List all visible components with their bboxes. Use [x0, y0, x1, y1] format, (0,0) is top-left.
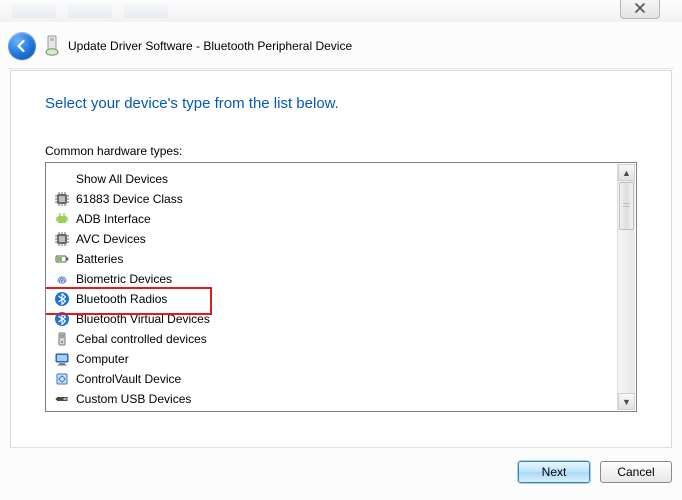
wizard-footer: Next Cancel — [10, 447, 672, 490]
device-row-icon — [54, 191, 70, 207]
device-row-label: Batteries — [76, 252, 123, 266]
device-row[interactable]: Biometric Devices — [54, 269, 618, 289]
device-row-label: Show All Devices — [76, 172, 168, 186]
close-icon — [634, 3, 646, 13]
device-row-label: 61883 Device Class — [76, 192, 183, 206]
device-row-icon — [54, 271, 70, 287]
device-row-icon — [54, 391, 70, 407]
device-row-label: Bluetooth Virtual Devices — [76, 312, 210, 326]
device-row-label: Computer — [76, 352, 129, 366]
device-list-label: Common hardware types: — [45, 144, 637, 158]
background-window-strip — [0, 0, 682, 22]
device-row[interactable]: Custom USB Devices — [54, 389, 618, 409]
device-row-label: ControlVault Device — [76, 372, 181, 386]
device-row[interactable]: Bluetooth Virtual Devices — [54, 309, 618, 329]
device-row-label: AVC Devices — [76, 232, 146, 246]
android-icon — [54, 211, 70, 227]
device-tower-icon — [54, 331, 70, 347]
blank-icon — [54, 171, 70, 187]
bluetooth-icon — [54, 311, 70, 327]
device-list-scrollbar[interactable]: ▲ ▼ — [617, 164, 635, 410]
computer-icon — [54, 351, 70, 367]
back-button[interactable] — [8, 32, 36, 60]
device-row[interactable]: ADB Interface — [54, 209, 618, 229]
wizard-header: Update Driver Software - Bluetooth Perip… — [8, 30, 674, 69]
device-row-icon — [54, 171, 70, 187]
device-row[interactable]: Batteries — [54, 249, 618, 269]
wizard-title: Update Driver Software - Bluetooth Perip… — [68, 39, 352, 53]
next-button[interactable]: Next — [518, 461, 590, 483]
usb-icon — [54, 391, 70, 407]
device-row-icon — [54, 291, 70, 307]
chip-icon — [54, 231, 70, 247]
device-row[interactable]: ControlVault Device — [54, 369, 618, 389]
device-row-icon — [54, 251, 70, 267]
battery-icon — [54, 251, 70, 267]
device-row-label: Custom USB Devices — [76, 392, 191, 406]
device-row[interactable]: 61883 Device Class — [54, 189, 618, 209]
device-row-icon — [54, 211, 70, 227]
wizard-content-panel: Select your device's type from the list … — [10, 70, 672, 448]
bluetooth-icon — [54, 291, 70, 307]
device-row-label: Biometric Devices — [76, 272, 172, 286]
device-row-label: Cebal controlled devices — [76, 332, 207, 346]
wizard-heading: Select your device's type from the list … — [45, 95, 637, 112]
device-row[interactable]: Cebal controlled devices — [54, 329, 618, 349]
scroll-down-button[interactable]: ▼ — [618, 393, 635, 410]
device-row-label: ADB Interface — [76, 212, 151, 226]
device-row-icon — [54, 231, 70, 247]
device-row[interactable]: Computer — [54, 349, 618, 369]
device-row-icon — [54, 351, 70, 367]
fingerprint-icon — [54, 271, 70, 287]
device-row-icon — [54, 371, 70, 387]
cancel-button[interactable]: Cancel — [600, 461, 672, 483]
device-row-icon — [54, 311, 70, 327]
device-row[interactable]: Show All Devices — [54, 169, 618, 189]
device-list[interactable]: Show All Devices 61883 Device Class ADB In… — [46, 163, 618, 411]
scroll-thumb[interactable] — [619, 182, 634, 230]
device-row-icon — [54, 331, 70, 347]
device-row-label: Bluetooth Radios — [76, 292, 167, 306]
chip-icon — [54, 191, 70, 207]
vault-icon — [54, 371, 70, 387]
driver-disc-icon — [44, 35, 60, 57]
device-row[interactable]: Bluetooth Radios — [54, 289, 618, 309]
back-arrow-icon — [14, 38, 30, 54]
device-list-box: Show All Devices 61883 Device Class ADB In… — [45, 162, 637, 412]
scroll-up-button[interactable]: ▲ — [618, 164, 635, 181]
window-close-button[interactable] — [620, 0, 660, 19]
device-row[interactable]: AVC Devices — [54, 229, 618, 249]
